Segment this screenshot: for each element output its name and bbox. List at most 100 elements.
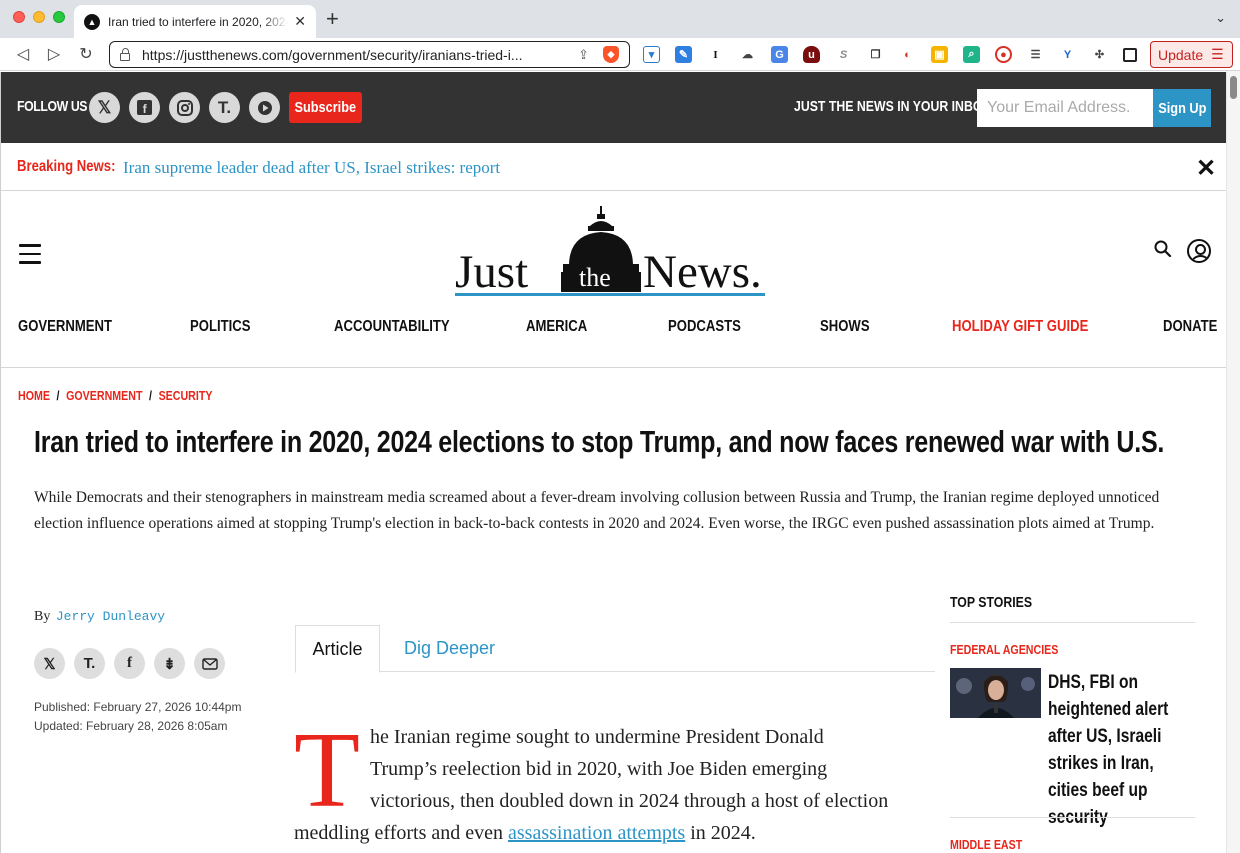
article-dates: Published: February 27, 2026 10:44pm Upd…	[34, 698, 241, 736]
tab-article[interactable]: Article	[295, 625, 380, 673]
c-extension-icon[interactable]: ◐	[899, 46, 916, 63]
address-bar[interactable]: https://justthenews.com/government/secur…	[109, 41, 630, 68]
browser-toolbar: ◁ ▷ ↻ https://justthenews.com/government…	[0, 38, 1240, 71]
folder-extension-icon[interactable]: ▣	[931, 46, 948, 63]
author-link[interactable]: Jerry Dunleavy	[56, 609, 165, 624]
lock-icon[interactable]	[120, 47, 130, 61]
breadcrumb-separator: /	[56, 388, 60, 403]
sidebar-divider	[950, 817, 1195, 818]
masthead: Just the News. GOVERNMENT POLITICS ACCOU…	[1, 192, 1226, 368]
nav-accountability[interactable]: ACCOUNTABILITY	[334, 318, 450, 336]
share-facebook-icon[interactable]: f	[114, 648, 145, 679]
record-extension-icon[interactable]: ●	[995, 46, 1012, 63]
account-icon[interactable]	[1187, 239, 1211, 263]
social-top-bar: FOLLOW US 𝕏 f T. Subscribe JUST THE NEWS…	[1, 72, 1226, 143]
sign-up-button[interactable]: Sign Up	[1153, 89, 1211, 127]
ublock-extension-icon[interactable]: u	[803, 46, 820, 63]
tab-list-chevron-icon[interactable]: ⌄	[1215, 10, 1226, 26]
x-social-icon[interactable]: 𝕏	[89, 92, 120, 123]
back-icon[interactable]: ◁	[13, 44, 33, 64]
y-extension-icon[interactable]: Y	[1059, 46, 1076, 63]
breaking-news-bar: Breaking News: Iran supreme leader dead …	[1, 143, 1226, 191]
nav-donate[interactable]: DONATE	[1163, 318, 1217, 336]
search-icon[interactable]	[1154, 240, 1172, 263]
browser-tab-bar: ▲ Iran tried to interfere in 2020, 2024 …	[0, 0, 1240, 38]
newsletter-email-input[interactable]	[977, 89, 1153, 127]
nav-politics[interactable]: POLITICS	[190, 318, 251, 336]
hamburger-menu-icon[interactable]	[19, 244, 41, 270]
nav-holiday-gift-guide[interactable]: HOLIDAY GIFT GUIDE	[952, 318, 1088, 336]
breaking-news-label: Breaking News:	[17, 158, 116, 175]
article-summary: While Democrats and their stenographers …	[34, 489, 1160, 532]
breadcrumb-security[interactable]: SECURITY	[159, 388, 213, 403]
copy-extension-icon[interactable]: ❐	[867, 46, 884, 63]
breadcrumb-home[interactable]: HOME	[18, 388, 50, 403]
by-label: By	[34, 609, 51, 624]
breadcrumb-separator: /	[149, 388, 153, 403]
update-button[interactable]: Update ☰	[1150, 41, 1233, 68]
tab-dig-deeper[interactable]: Dig Deeper	[404, 638, 495, 659]
breadcrumb: HOME / GOVERNMENT / SECURITY	[18, 388, 212, 403]
just-the-news-logo[interactable]: Just the News.	[451, 206, 781, 300]
translate-extension-icon[interactable]: G	[771, 46, 788, 63]
nav-podcasts[interactable]: PODCASTS	[668, 318, 741, 336]
scrollbar-thumb[interactable]	[1230, 76, 1237, 99]
forward-icon[interactable]: ▷	[44, 44, 64, 64]
close-breaking-news-icon[interactable]: ✕	[1196, 154, 1216, 183]
minimize-window-button[interactable]	[33, 11, 45, 23]
truth-social-icon[interactable]: T.	[209, 92, 240, 123]
nav-america[interactable]: AMERICA	[526, 318, 587, 336]
breaking-news-link[interactable]: Iran supreme leader dead after US, Israe…	[123, 158, 500, 178]
byline: By Jerry Dunleavy	[34, 609, 165, 625]
tab-title: Iran tried to interfere in 2020, 2024 el…	[108, 14, 288, 29]
share-x-icon[interactable]: 𝕏	[34, 648, 65, 679]
top-story-headline[interactable]: DHS, FBI on heightened alert after US, I…	[1048, 669, 1187, 831]
share-gettr-icon[interactable]: ⇟	[154, 648, 185, 679]
share-icon[interactable]: ⇪	[578, 47, 589, 63]
nav-shows[interactable]: SHOWS	[820, 318, 870, 336]
page-scrollbar[interactable]	[1226, 71, 1240, 853]
published-date: Published: February 27, 2026 10:44pm	[34, 700, 242, 714]
cloud-extension-icon[interactable]: ☁	[739, 46, 756, 63]
rumble-social-icon[interactable]	[249, 92, 280, 123]
search-extension-icon[interactable]: ⌕	[963, 46, 980, 63]
url-text[interactable]: https://justthenews.com/government/secur…	[142, 47, 570, 63]
story-category-middle-east[interactable]: MIDDLE EAST	[950, 837, 1022, 852]
update-label: Update	[1158, 46, 1204, 63]
article-tabs: Article Dig Deeper	[295, 625, 935, 673]
story-thumbnail[interactable]	[950, 668, 1041, 718]
brave-shields-icon[interactable]: ◆	[603, 46, 619, 63]
reload-icon[interactable]: ↻	[76, 44, 96, 64]
logo-the: the	[579, 263, 611, 292]
list-extension-icon[interactable]: ☰	[1027, 46, 1044, 63]
maximize-window-button[interactable]	[53, 11, 65, 23]
assassination-attempts-link[interactable]: assassination attempts	[508, 822, 685, 844]
breadcrumb-government[interactable]: GOVERNMENT	[66, 388, 142, 403]
browser-tab[interactable]: ▲ Iran tried to interfere in 2020, 2024 …	[74, 5, 316, 38]
instagram-social-icon[interactable]	[169, 92, 200, 123]
subscribe-label: Subscribe	[294, 99, 357, 116]
drop-cap: T	[294, 711, 360, 830]
share-email-icon[interactable]	[194, 648, 225, 679]
new-tab-icon[interactable]: +	[326, 8, 339, 30]
nav-government[interactable]: GOVERNMENT	[18, 318, 112, 336]
subscribe-button[interactable]: Subscribe	[289, 92, 362, 123]
sidebar-toggle-icon[interactable]	[1123, 48, 1137, 62]
menu-icon: ☰	[1211, 46, 1224, 62]
follow-us-label: FOLLOW US	[17, 98, 88, 115]
puzzle-extensions-icon[interactable]: ✣	[1091, 46, 1108, 63]
story-category-federal-agencies[interactable]: FEDERAL AGENCIES	[950, 642, 1058, 657]
pen-extension-icon[interactable]: ✎	[675, 46, 692, 63]
tab-close-icon[interactable]: ✕	[294, 13, 306, 30]
newsletter-label: JUST THE NEWS IN YOUR INBOX	[794, 98, 991, 115]
article-lead-tail: in 2024.	[685, 822, 756, 844]
web-page: FOLLOW US 𝕏 f T. Subscribe JUST THE NEWS…	[0, 72, 1226, 853]
instapaper-extension-icon[interactable]: I	[707, 46, 724, 63]
close-window-button[interactable]	[13, 11, 25, 23]
save-extension-icon[interactable]: ▾	[643, 46, 660, 63]
article-headline: Iran tried to interfere in 2020, 2024 el…	[34, 424, 1165, 459]
sidebar-divider	[950, 622, 1195, 623]
share-truth-social-icon[interactable]: T.	[74, 648, 105, 679]
facebook-social-icon[interactable]: f	[129, 92, 160, 123]
s-extension-icon[interactable]: S	[835, 46, 852, 63]
